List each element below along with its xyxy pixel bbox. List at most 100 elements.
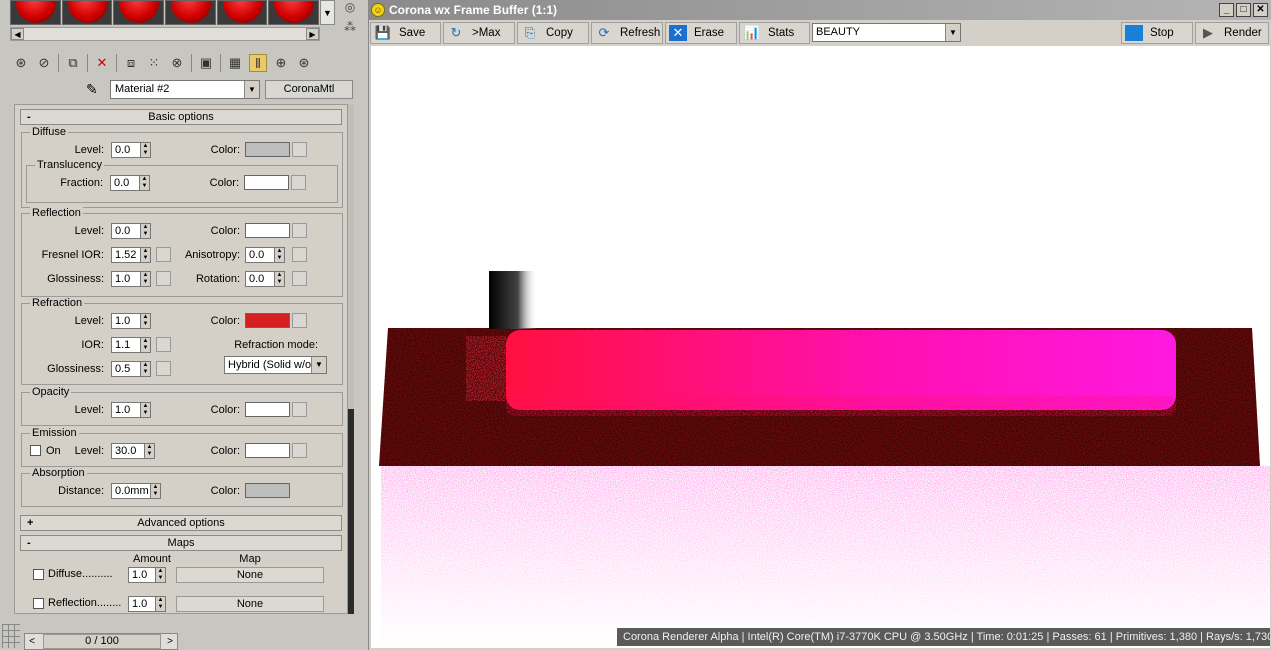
put-to-scene-icon[interactable]: ⊘: [35, 54, 53, 72]
chevron-down-icon[interactable]: ▼: [311, 357, 326, 373]
anisotropy-map-button[interactable]: [292, 247, 307, 262]
stats-button[interactable]: 📊 Stats: [739, 22, 810, 44]
assign-to-selection-icon[interactable]: ⧉: [64, 54, 82, 72]
rotation-map-button[interactable]: [292, 271, 307, 286]
maximize-button[interactable]: □: [1236, 3, 1251, 17]
show-end-result-icon[interactable]: ⫴: [249, 54, 267, 72]
emission-level-input[interactable]: 30.0 ▲ ▼: [111, 443, 155, 459]
frame-buffer-titlebar[interactable]: ☺ Corona wx Frame Buffer (1:1) _ □ ✕: [369, 0, 1271, 20]
refraction-color-swatch[interactable]: [245, 313, 290, 328]
spinner-arrows-icon[interactable]: ▲ ▼: [140, 361, 151, 377]
refraction-map-button[interactable]: [292, 313, 307, 328]
material-slot[interactable]: [61, 0, 113, 25]
map-slot-button[interactable]: None: [176, 596, 324, 612]
backlight-icon[interactable]: ⁂: [341, 20, 359, 34]
spinner-arrows-icon[interactable]: ▲ ▼: [155, 596, 166, 612]
spinner-arrows-icon[interactable]: ▲ ▼: [139, 175, 150, 191]
reflection-glossiness-map-button[interactable]: [156, 271, 171, 286]
emission-map-button[interactable]: [292, 443, 307, 458]
emission-on-checkbox[interactable]: [30, 445, 41, 456]
spinner-arrows-icon[interactable]: ▲ ▼: [140, 223, 151, 239]
spinner-arrows-icon[interactable]: ▲ ▼: [144, 443, 155, 459]
anisotropy-input[interactable]: 0.0 ▲ ▼: [245, 247, 285, 263]
render-pass-select[interactable]: BEAUTY ▼: [812, 23, 961, 42]
next-frame-icon[interactable]: >: [163, 634, 177, 649]
ior-map-button[interactable]: [156, 337, 171, 352]
chevron-down-icon[interactable]: ▼: [244, 81, 259, 98]
save-button[interactable]: 💾 Save: [370, 22, 441, 44]
refraction-glossiness-map-button[interactable]: [156, 361, 171, 376]
close-button[interactable]: ✕: [1253, 3, 1268, 17]
spinner-arrows-icon[interactable]: ▲ ▼: [140, 271, 151, 287]
spinner-arrows-icon[interactable]: ▲ ▼: [140, 402, 151, 418]
slots-scroll-down-button[interactable]: ▼: [320, 0, 335, 25]
rotation-input[interactable]: 0.0 ▲ ▼: [245, 271, 285, 287]
go-to-parent-icon[interactable]: ⊕: [272, 54, 290, 72]
refraction-level-input[interactable]: 1.0 ▲ ▼: [111, 313, 151, 329]
advanced-options-rollout[interactable]: + Advanced options: [20, 515, 342, 531]
reflection-color-swatch[interactable]: [245, 223, 290, 238]
map-amount-input[interactable]: 1.0 ▲ ▼: [128, 596, 166, 612]
spinner-arrows-icon[interactable]: ▲ ▼: [150, 483, 161, 499]
copy-button[interactable]: ⎘ Copy: [517, 22, 589, 44]
fresnel-ior-map-button[interactable]: [156, 247, 171, 262]
refraction-glossiness-input[interactable]: 0.5 ▲ ▼: [111, 361, 151, 377]
scroll-right-arrow-icon[interactable]: ▶: [306, 28, 319, 40]
make-unique-icon[interactable]: ⁙: [145, 54, 163, 72]
refraction-mode-select[interactable]: Hybrid (Solid w/o ▼: [224, 356, 327, 374]
material-slot[interactable]: [216, 0, 268, 25]
chevron-down-icon[interactable]: ▼: [945, 24, 960, 41]
minimize-button[interactable]: _: [1219, 3, 1234, 17]
ior-input[interactable]: 1.1 ▲ ▼: [111, 337, 151, 353]
map-enable-checkbox[interactable]: [33, 598, 44, 609]
map-amount-input[interactable]: 1.0 ▲ ▼: [128, 567, 166, 583]
basic-options-rollout[interactable]: - Basic options: [20, 109, 342, 125]
diffuse-color-swatch[interactable]: [245, 142, 290, 157]
slots-horizontal-scrollbar[interactable]: ◀ ▶: [10, 27, 320, 41]
diffuse-map-button[interactable]: [292, 142, 307, 157]
sample-type-icon[interactable]: ◎: [341, 0, 359, 14]
maps-rollout[interactable]: - Maps: [20, 535, 342, 551]
go-forward-sibling-icon[interactable]: ⊛: [295, 54, 313, 72]
max-button[interactable]: ↻ >Max: [443, 22, 515, 44]
translucency-map-button[interactable]: [291, 175, 306, 190]
render-canvas[interactable]: Corona Renderer Alpha | Intel(R) Core(TM…: [371, 46, 1270, 648]
stop-button[interactable]: Stop: [1121, 22, 1193, 44]
emission-color-swatch[interactable]: [245, 443, 290, 458]
diffuse-level-input[interactable]: 0.0 ▲ ▼: [111, 142, 151, 158]
translucency-fraction-input[interactable]: 0.0 ▲ ▼: [110, 175, 150, 191]
erase-button[interactable]: ✕ Erase: [665, 22, 737, 44]
material-slot[interactable]: [165, 0, 216, 25]
scroll-left-arrow-icon[interactable]: ◀: [11, 28, 24, 40]
grid-icon[interactable]: [2, 624, 20, 648]
material-slot[interactable]: [268, 0, 320, 25]
material-slot[interactable]: [10, 0, 61, 25]
reset-map-icon[interactable]: ✕: [93, 54, 111, 72]
copy-material-icon[interactable]: ⧈: [122, 54, 140, 72]
prev-frame-icon[interactable]: <: [25, 634, 39, 649]
spinner-arrows-icon[interactable]: ▲ ▼: [140, 142, 151, 158]
spinner-arrows-icon[interactable]: ▲ ▼: [140, 313, 151, 329]
reflection-level-input[interactable]: 0.0 ▲ ▼: [111, 223, 151, 239]
map-enable-checkbox[interactable]: [33, 569, 44, 580]
opacity-map-button[interactable]: [292, 402, 307, 417]
absorption-distance-input[interactable]: 0.0mm ▲ ▼: [111, 483, 161, 499]
time-slider[interactable]: < 0 / 100 >: [24, 633, 178, 650]
eyedropper-icon[interactable]: ✎: [86, 81, 98, 98]
render-button[interactable]: ▶ Render: [1195, 22, 1269, 44]
translucency-color-swatch[interactable]: [244, 175, 289, 190]
spinner-arrows-icon[interactable]: ▲ ▼: [274, 271, 285, 287]
put-to-library-icon[interactable]: ⊗: [168, 54, 186, 72]
spinner-arrows-icon[interactable]: ▲ ▼: [140, 337, 151, 353]
spinner-arrows-icon[interactable]: ▲ ▼: [155, 567, 166, 583]
reflection-glossiness-input[interactable]: 1.0 ▲ ▼: [111, 271, 151, 287]
show-map-icon[interactable]: ▦: [226, 54, 244, 72]
reflection-map-button[interactable]: [292, 223, 307, 238]
opacity-level-input[interactable]: 1.0 ▲ ▼: [111, 402, 151, 418]
scrollbar-thumb[interactable]: [348, 409, 354, 614]
material-name-field[interactable]: Material #2 ▼: [110, 80, 260, 99]
map-slot-button[interactable]: None: [176, 567, 324, 583]
parameters-scrollbar[interactable]: [348, 104, 354, 614]
material-id-channel-icon[interactable]: ▣: [197, 54, 215, 72]
refresh-button[interactable]: ⟳ Refresh: [591, 22, 663, 44]
